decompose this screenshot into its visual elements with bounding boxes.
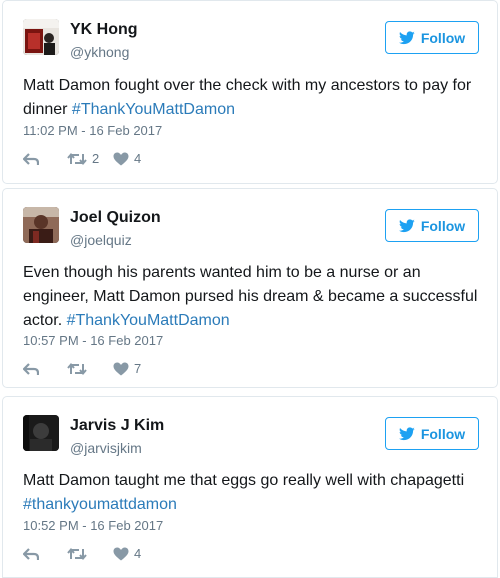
retweet-count: 2 [92, 151, 100, 166]
follow-label: Follow [420, 217, 466, 234]
like-count: 4 [134, 151, 142, 166]
avatar[interactable] [23, 19, 59, 55]
like-button[interactable]: 7 [113, 361, 141, 376]
like-button[interactable]: 4 [113, 151, 141, 166]
follow-label: Follow [420, 29, 466, 46]
tweet-actions: 4 [23, 546, 141, 561]
twitter-bird-icon [398, 218, 415, 232]
retweet-icon [67, 362, 87, 375]
tweet-actions: 7 [23, 361, 141, 376]
twitter-bird-icon [398, 30, 415, 44]
timestamp[interactable]: 10:52 PM - 16 Feb 2017 [23, 518, 163, 534]
twitter-bird-icon [398, 426, 415, 440]
reply-icon [23, 152, 39, 165]
like-count: 4 [134, 546, 142, 561]
heart-icon [113, 547, 129, 560]
reply-button[interactable] [23, 362, 67, 376]
user-name[interactable]: Joel Quizon [70, 208, 161, 228]
user-name[interactable]: YK Hong [70, 20, 138, 40]
reply-icon [23, 547, 39, 560]
user-name[interactable]: Jarvis J Kim [70, 416, 164, 436]
user-handle[interactable]: @ykhong [70, 43, 129, 61]
timestamp[interactable]: 11:02 PM - 16 Feb 2017 [23, 123, 162, 139]
retweet-button[interactable]: 2 [67, 151, 113, 166]
reply-icon [23, 362, 39, 375]
tweet-card: Jarvis J Kim @jarvisjkim Follow Matt Dam… [2, 396, 498, 578]
avatar[interactable] [23, 207, 59, 243]
retweet-icon [67, 152, 87, 165]
tweet-actions: 2 4 [23, 151, 141, 166]
hashtag-link[interactable]: #ThankYouMattDamon [67, 312, 230, 329]
user-handle[interactable]: @jarvisjkim [70, 439, 142, 457]
heart-icon [113, 152, 129, 165]
tweet-text: Matt Damon fought over the check with my… [23, 74, 485, 122]
reply-button[interactable] [23, 547, 67, 561]
tweet-text: Even though his parents wanted him to be… [23, 261, 485, 333]
retweet-button[interactable] [67, 362, 113, 376]
retweet-button[interactable] [67, 547, 113, 561]
follow-button[interactable]: Follow [385, 209, 479, 242]
retweet-icon [67, 547, 87, 560]
reply-button[interactable] [23, 152, 67, 166]
like-button[interactable]: 4 [113, 546, 141, 561]
avatar[interactable] [23, 415, 59, 451]
tweet-body: Matt Damon taught me that eggs go really… [23, 472, 465, 489]
tweet-card: YK Hong @ykhong Follow Matt Damon fought… [2, 0, 498, 184]
hashtag-link[interactable]: #ThankYouMattDamon [72, 101, 235, 118]
heart-icon [113, 362, 129, 375]
follow-button[interactable]: Follow [385, 417, 479, 450]
like-count: 7 [134, 361, 142, 376]
hashtag-link[interactable]: #thankyoumattdamon [23, 496, 177, 513]
timestamp[interactable]: 10:57 PM - 16 Feb 2017 [23, 333, 163, 349]
follow-button[interactable]: Follow [385, 21, 479, 54]
tweet-text: Matt Damon taught me that eggs go really… [23, 469, 485, 517]
follow-label: Follow [420, 425, 466, 442]
tweet-card: Joel Quizon @joelquiz Follow Even though… [2, 188, 498, 388]
user-handle[interactable]: @joelquiz [70, 231, 132, 249]
